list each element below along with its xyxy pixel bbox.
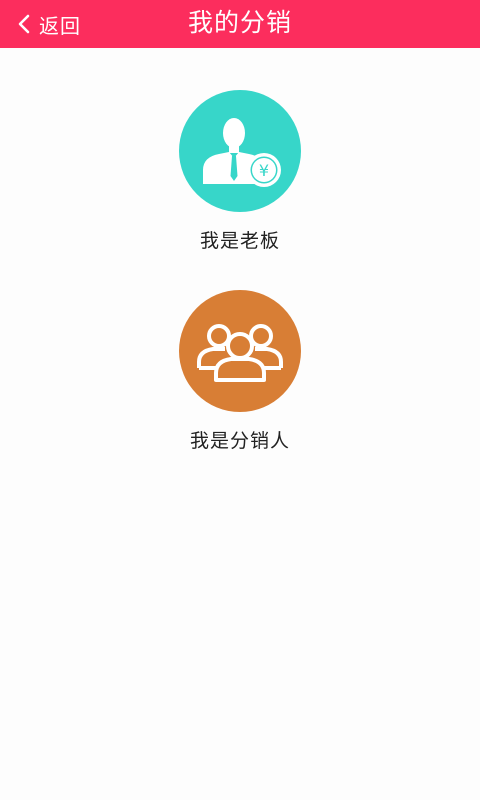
role-boss-option[interactable]: ¥ 我是老板 [0, 90, 480, 253]
chevron-left-icon [18, 14, 30, 34]
role-distributor-label: 我是分销人 [189, 430, 290, 452]
role-distributor-option[interactable]: 我是分销人 [0, 290, 480, 453]
back-button[interactable]: 返回 [18, 0, 81, 48]
distributor-avatar-circle[interactable] [179, 290, 301, 412]
back-label: 返回 [39, 13, 81, 38]
svg-text:¥: ¥ [259, 161, 269, 180]
businessman-yuan-icon: ¥ [179, 90, 301, 212]
boss-avatar-circle[interactable]: ¥ [179, 90, 301, 212]
role-boss-label: 我是老板 [199, 230, 280, 252]
group-people-icon [179, 290, 301, 412]
top-bar: 返回 我的分销 [0, 0, 480, 48]
